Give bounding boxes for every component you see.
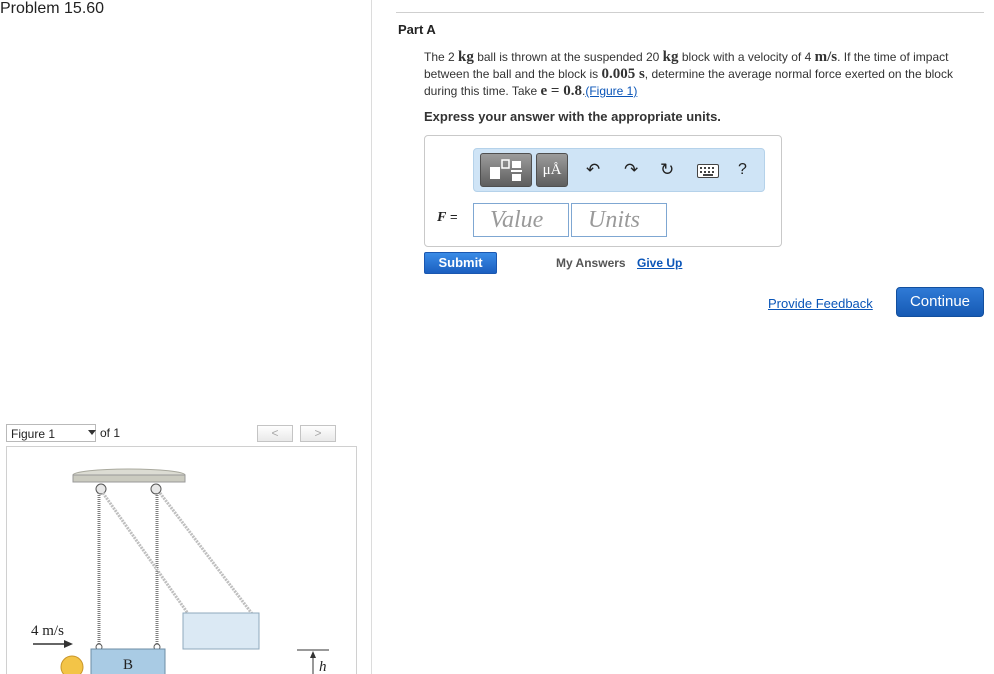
- math-value: e = 0.8: [540, 83, 582, 99]
- math-unit: kg: [662, 49, 679, 65]
- rope-left-swung: [101, 492, 191, 616]
- answer-variable: F: [437, 210, 447, 225]
- ceiling-bar: [72, 474, 186, 483]
- figure-select[interactable]: Figure 1: [6, 424, 96, 442]
- my-answers-link[interactable]: My Answers: [556, 256, 626, 270]
- continue-button[interactable]: Continue: [896, 287, 984, 317]
- submit-button[interactable]: Submit: [424, 252, 497, 274]
- pulley-left: [95, 483, 107, 495]
- part-title: Part A: [398, 22, 436, 37]
- figure-toolbar: Figure 1 of 1 < >: [6, 424, 357, 444]
- answer-box: μÅ ↶ ↷ ↻ ? F =: [424, 135, 782, 247]
- chevron-down-icon[interactable]: [88, 430, 96, 435]
- units-button[interactable]: μÅ: [536, 153, 568, 187]
- figure-panel: B 4 m/s h: [6, 446, 357, 674]
- keyboard-icon[interactable]: [697, 164, 719, 178]
- question-fragment: ball is thrown at the suspended 20: [473, 50, 663, 64]
- velocity-label: 4 m/s: [31, 623, 64, 639]
- left-pane: Problem 15.60 Figure 1 of 1 < > B 4 m/s …: [0, 0, 372, 674]
- block-b-swung: [182, 612, 260, 650]
- provide-feedback-link[interactable]: Provide Feedback: [768, 296, 873, 311]
- math-toolbar: μÅ ↶ ↷ ↻ ?: [473, 148, 765, 192]
- figure-link[interactable]: (Figure 1): [585, 84, 637, 98]
- height-arrowhead: [310, 651, 316, 658]
- math-unit: m/s: [814, 49, 838, 65]
- figure-prev-button[interactable]: <: [257, 425, 293, 442]
- templates-button[interactable]: [480, 153, 532, 187]
- question-fragment: The 2: [424, 50, 459, 64]
- ball: [60, 655, 84, 674]
- undo-icon[interactable]: ↶: [586, 161, 600, 179]
- question-fragment: block with a velocity of 4: [678, 50, 815, 64]
- templates-icon: [490, 159, 522, 181]
- velocity-arrowhead: [64, 640, 73, 648]
- equals-sign: =: [449, 209, 458, 224]
- help-icon[interactable]: ?: [738, 161, 747, 179]
- answer-instruction: Express your answer with the appropriate…: [424, 109, 721, 124]
- divider: [396, 12, 984, 13]
- redo-icon[interactable]: ↷: [624, 161, 638, 179]
- units-input[interactable]: [571, 203, 667, 237]
- rope-right-swung: [158, 492, 255, 616]
- figure-count: of 1: [100, 426, 121, 440]
- height-label: h: [319, 659, 327, 674]
- figure-diagram: B 4 m/s h: [31, 468, 329, 674]
- math-value: 0.005 s: [601, 66, 645, 82]
- reset-icon[interactable]: ↻: [660, 161, 674, 179]
- right-pane: Part A The 2 kg ball is thrown at the su…: [372, 0, 994, 674]
- answer-variable-label: F =: [437, 209, 458, 226]
- give-up-link[interactable]: Give Up: [637, 256, 682, 270]
- pulley-right: [150, 483, 162, 495]
- question-text: The 2 kg ball is thrown at the suspended…: [424, 49, 989, 100]
- block-label: B: [123, 657, 133, 673]
- value-input[interactable]: [473, 203, 569, 237]
- math-unit: kg: [458, 49, 474, 65]
- figure-next-button[interactable]: >: [300, 425, 336, 442]
- problem-title: Problem 15.60: [0, 0, 105, 17]
